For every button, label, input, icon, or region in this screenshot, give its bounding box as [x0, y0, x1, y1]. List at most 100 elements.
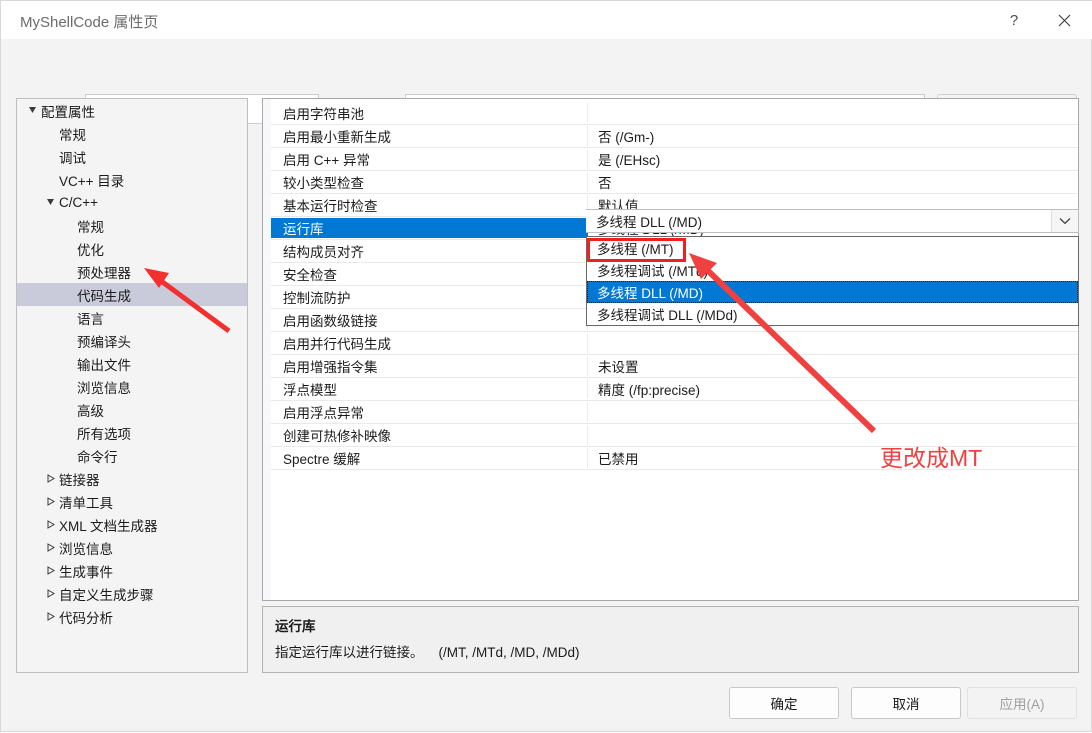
tree-item-18[interactable]: XML 文档生成器	[17, 513, 247, 536]
property-row[interactable]: 启用并行代码生成	[271, 332, 1078, 355]
property-pages-dialog: MyShellCode 属性页 ? 配置(C): Release 平台(P): …	[0, 0, 1092, 732]
dropdown-option[interactable]: 多线程调试 (/MTd)	[587, 259, 1078, 281]
property-name: 启用 C++ 异常	[271, 149, 588, 169]
tree-item-label: 所有选项	[77, 426, 131, 442]
chevron-collapsed-icon[interactable]	[43, 474, 58, 483]
tree-item-label: 代码分析	[59, 610, 113, 626]
grid-gutter	[263, 99, 271, 600]
chevron-collapsed-icon[interactable]	[43, 589, 58, 598]
tree-item-label: 自定义生成步骤	[59, 587, 154, 603]
chevron-collapsed-icon[interactable]	[43, 566, 58, 575]
tree-item-label: 高级	[77, 403, 104, 419]
dropdown-option[interactable]: 多线程调试 DLL (/MDd)	[587, 303, 1078, 325]
property-row[interactable]: 启用最小重新生成否 (/Gm-)	[271, 125, 1078, 148]
tree-item-label: 代码生成	[77, 288, 131, 304]
property-name: 控制流防护	[271, 287, 588, 307]
apply-button: 应用(A)	[967, 687, 1077, 719]
description-body: 指定运行库以进行链接。 (/MT, /MTd, /MD, /MDd)	[275, 645, 580, 660]
property-name: 基本运行时检查	[271, 195, 588, 215]
tree-item-19[interactable]: 浏览信息	[17, 536, 247, 559]
tree-item-label: 预处理器	[77, 265, 131, 281]
tree-item-9[interactable]: 语言	[17, 306, 247, 329]
tree-item-label: 调试	[59, 150, 86, 166]
dropdown-option[interactable]: 多线程 (/MT)	[587, 237, 1078, 259]
property-row[interactable]: 启用 C++ 异常是 (/EHsc)	[271, 148, 1078, 171]
property-value[interactable]: 已禁用	[588, 448, 1078, 468]
tree-item-label: 预编译头	[77, 334, 131, 350]
property-name: 启用并行代码生成	[271, 333, 588, 353]
tree-item-label: 输出文件	[77, 357, 131, 373]
description-panel: 运行库 指定运行库以进行链接。 (/MT, /MTd, /MD, /MDd)	[262, 606, 1079, 673]
property-name: 启用增强指令集	[271, 356, 588, 376]
property-name: 启用浮点异常	[271, 402, 588, 422]
title-bar: MyShellCode 属性页 ?	[1, 1, 1092, 39]
tree-item-22[interactable]: 代码分析	[17, 605, 247, 628]
property-value[interactable]: 精度 (/fp:precise)	[588, 379, 1078, 399]
property-value[interactable]: 否 (/Gm-)	[588, 126, 1078, 146]
ok-button[interactable]: 确定	[729, 687, 839, 719]
cancel-button[interactable]: 取消	[851, 687, 961, 719]
tree-item-label: 清单工具	[59, 495, 113, 511]
chevron-collapsed-icon[interactable]	[43, 543, 58, 552]
tree-item-5[interactable]: 常规	[17, 214, 247, 237]
property-name: 安全检查	[271, 264, 588, 284]
tree-item-2[interactable]: 调试	[17, 145, 247, 168]
tree-item-12[interactable]: 浏览信息	[17, 375, 247, 398]
tree-item-11[interactable]: 输出文件	[17, 352, 247, 375]
tree-item-0[interactable]: 配置属性	[17, 99, 247, 122]
tree-item-1[interactable]: 常规	[17, 122, 247, 145]
dropdown-option[interactable]: 多线程 DLL (/MD)	[587, 281, 1078, 303]
property-value[interactable]: 否	[588, 172, 1078, 192]
tree-item-8[interactable]: 代码生成	[17, 283, 247, 306]
property-name: 创建可热修补映像	[271, 425, 588, 445]
chevron-collapsed-icon[interactable]	[43, 520, 58, 529]
runtime-library-value: 多线程 DLL (/MD)	[596, 215, 703, 230]
close-icon[interactable]	[1041, 1, 1087, 39]
tree-item-label: 配置属性	[41, 104, 95, 120]
chevron-expanded-icon[interactable]	[25, 106, 40, 115]
tree-item-label: 生成事件	[59, 564, 113, 580]
property-row[interactable]: 启用浮点异常	[271, 401, 1078, 424]
property-tree[interactable]: 配置属性 常规 调试 VC++ 目录 C/C++ 常规 优化 预处理器 代码生成 语言 预编译头 输出…	[16, 98, 248, 673]
tree-item-label: 语言	[77, 311, 104, 327]
tree-list: 配置属性 常规 调试 VC++ 目录 C/C++ 常规 优化 预处理器 代码生成 语言 预编译头 输出…	[17, 99, 247, 628]
help-question-icon[interactable]: ?	[991, 1, 1037, 39]
tree-item-10[interactable]: 预编译头	[17, 329, 247, 352]
window-title: MyShellCode 属性页	[20, 14, 159, 31]
property-value[interactable]: 是 (/EHsc)	[588, 149, 1078, 169]
runtime-library-value-editor[interactable]: 多线程 DLL (/MD)	[586, 209, 1079, 233]
tree-item-label: VC++ 目录	[59, 173, 125, 189]
tree-item-4[interactable]: C/C++	[17, 191, 247, 214]
runtime-library-dropdown[interactable]: 多线程 (/MT) 多线程调试 (/MTd) 多线程 DLL (/MD) 多线程调试 …	[586, 236, 1079, 326]
tree-item-20[interactable]: 生成事件	[17, 559, 247, 582]
tree-item-label: 优化	[77, 242, 104, 258]
property-row[interactable]: 创建可热修补映像	[271, 424, 1078, 447]
property-name: 启用函数级链接	[271, 310, 588, 330]
property-value[interactable]: 未设置	[588, 356, 1078, 376]
description-title: 运行库	[275, 619, 316, 634]
property-name: 浮点模型	[271, 379, 588, 399]
tree-item-14[interactable]: 所有选项	[17, 421, 247, 444]
chevron-expanded-icon[interactable]	[43, 198, 58, 207]
tree-item-21[interactable]: 自定义生成步骤	[17, 582, 247, 605]
property-name: 启用最小重新生成	[271, 126, 588, 146]
chevron-down-icon[interactable]	[1051, 210, 1078, 232]
chevron-collapsed-icon[interactable]	[43, 497, 58, 506]
property-row[interactable]: 启用字符串池	[271, 102, 1078, 125]
tree-item-6[interactable]: 优化	[17, 237, 247, 260]
tree-item-label: 常规	[59, 127, 86, 143]
property-grid[interactable]: 启用字符串池 启用最小重新生成否 (/Gm-) 启用 C++ 异常是 (/EHsc)…	[262, 98, 1079, 601]
tree-item-17[interactable]: 清单工具	[17, 490, 247, 513]
tree-item-label: 浏览信息	[59, 541, 113, 557]
property-row[interactable]: Spectre 缓解 已禁用	[271, 447, 1078, 470]
tree-item-3[interactable]: VC++ 目录	[17, 168, 247, 191]
property-name: 较小类型检查	[271, 172, 588, 192]
property-row[interactable]: 较小类型检查否	[271, 171, 1078, 194]
chevron-collapsed-icon[interactable]	[43, 612, 58, 621]
property-row[interactable]: 启用增强指令集 未设置	[271, 355, 1078, 378]
property-row[interactable]: 浮点模型 精度 (/fp:precise)	[271, 378, 1078, 401]
tree-item-16[interactable]: 链接器	[17, 467, 247, 490]
tree-item-13[interactable]: 高级	[17, 398, 247, 421]
tree-item-7[interactable]: 预处理器	[17, 260, 247, 283]
tree-item-15[interactable]: 命令行	[17, 444, 247, 467]
